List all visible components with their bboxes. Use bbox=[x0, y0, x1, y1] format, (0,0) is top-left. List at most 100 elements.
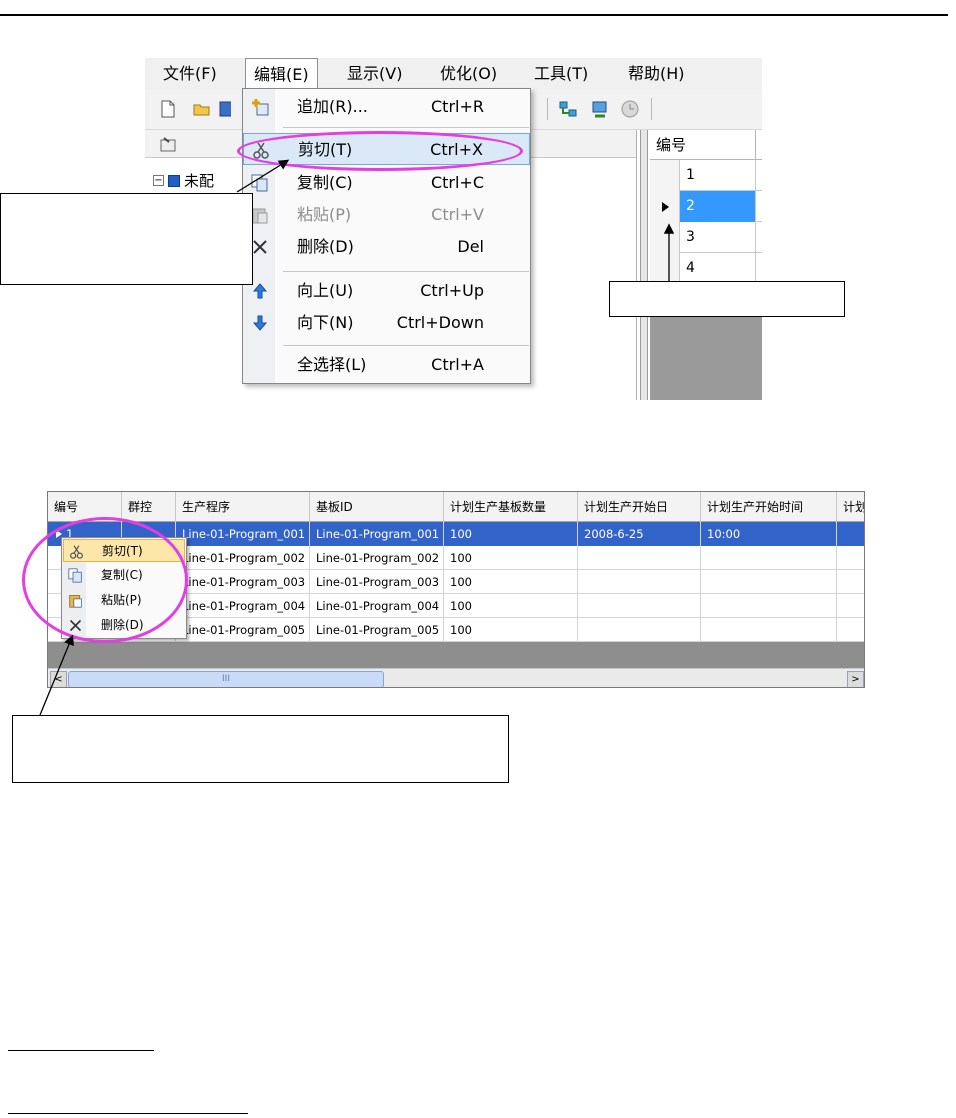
cell-start-date[interactable] bbox=[578, 570, 701, 594]
cell-truncated[interactable] bbox=[837, 570, 864, 594]
cell-board-id[interactable]: Line-01-Program_001 bbox=[310, 522, 444, 546]
column-header-program[interactable]: 生产程序 bbox=[176, 492, 310, 522]
cell-truncated[interactable] bbox=[837, 618, 864, 642]
cell-board-id[interactable]: Line-01-Program_004 bbox=[310, 594, 444, 618]
row-header[interactable] bbox=[650, 253, 680, 284]
properties-icon[interactable] bbox=[159, 136, 177, 152]
cell-program[interactable]: Line-01-Program_004 bbox=[176, 594, 310, 618]
cell-start-time[interactable] bbox=[701, 594, 837, 618]
menu-item-shortcut: Ctrl+V bbox=[431, 205, 484, 224]
cell-quantity[interactable]: 100 bbox=[444, 546, 578, 570]
cell-board-id[interactable]: Line-01-Program_005 bbox=[310, 618, 444, 642]
cell-start-date[interactable] bbox=[578, 546, 701, 570]
cell-quantity[interactable]: 100 bbox=[444, 570, 578, 594]
callout-box-left bbox=[0, 193, 253, 285]
delete-icon bbox=[253, 240, 267, 254]
open-folder-icon[interactable] bbox=[193, 100, 211, 118]
row-header[interactable] bbox=[650, 191, 680, 222]
menu-view[interactable]: 显示(V) bbox=[347, 58, 402, 90]
cell-quantity[interactable]: 100 bbox=[444, 522, 578, 546]
new-file-icon[interactable] bbox=[159, 100, 177, 118]
network-icon[interactable] bbox=[559, 100, 577, 118]
clock-icon[interactable] bbox=[621, 100, 639, 118]
cell-truncated[interactable] bbox=[837, 546, 864, 570]
cell-start-date[interactable] bbox=[578, 618, 701, 642]
menu-item-shortcut: Del bbox=[457, 237, 484, 256]
menu-tools[interactable]: 工具(T) bbox=[534, 58, 588, 90]
save-icon[interactable] bbox=[219, 100, 231, 118]
tree-item[interactable]: − 未配 bbox=[153, 170, 214, 191]
add-icon bbox=[252, 99, 269, 116]
table-cell[interactable]: 2 bbox=[680, 191, 756, 222]
row-header[interactable] bbox=[650, 222, 680, 253]
table-row[interactable]: 4 bbox=[650, 253, 762, 284]
menu-optimize[interactable]: 优化(O) bbox=[440, 58, 497, 90]
table-row-selected[interactable]: 2 bbox=[650, 191, 762, 222]
highlight-ellipse-cut bbox=[237, 131, 523, 171]
cell-board-id[interactable]: Line-01-Program_003 bbox=[310, 570, 444, 594]
cell-program[interactable]: Line-01-Program_003 bbox=[176, 570, 310, 594]
column-header-planned-quantity[interactable]: 计划生产基板数量 bbox=[444, 492, 578, 522]
column-header-number[interactable]: 编号 bbox=[650, 130, 756, 160]
cell-quantity[interactable]: 100 bbox=[444, 618, 578, 642]
grid-header: 编号 群控 生产程序 基板ID 计划生产基板数量 计划生产开始日 计划生产开始时… bbox=[48, 492, 864, 522]
cell-start-time[interactable] bbox=[701, 570, 837, 594]
footnote-rule bbox=[8, 1113, 248, 1114]
column-header-truncated[interactable]: 计划 bbox=[837, 492, 864, 522]
menu-item-shortcut: Ctrl+C bbox=[430, 173, 484, 192]
menu-item-move-up[interactable]: 向上(U) Ctrl+Up bbox=[243, 275, 530, 307]
menu-item-append[interactable]: 追加(R)... Ctrl+R bbox=[243, 91, 530, 123]
cell-quantity[interactable]: 100 bbox=[444, 594, 578, 618]
top-rule bbox=[0, 14, 948, 16]
cell-start-time[interactable]: 10:00 bbox=[701, 522, 837, 546]
menu-item-delete[interactable]: 删除(D) Del bbox=[243, 231, 530, 263]
pane-splitter[interactable] bbox=[640, 130, 648, 400]
table-cell[interactable]: 3 bbox=[680, 222, 756, 253]
scroll-left-button[interactable]: < bbox=[50, 671, 67, 687]
table-row[interactable]: 1 bbox=[650, 160, 762, 191]
horizontal-scrollbar[interactable]: < III > bbox=[48, 668, 864, 687]
menu-separator bbox=[283, 271, 529, 272]
tree-item-label: 未配 bbox=[184, 172, 215, 190]
current-row-marker-icon bbox=[662, 202, 669, 212]
table-cell[interactable]: 4 bbox=[680, 253, 756, 284]
menu-file[interactable]: 文件(F) bbox=[163, 58, 217, 90]
scroll-thumb[interactable]: III bbox=[68, 671, 384, 687]
menu-item-label: 全选择(L) bbox=[297, 355, 367, 374]
column-header-board-id[interactable]: 基板ID bbox=[310, 492, 444, 522]
cell-program[interactable]: Line-01-Program_005 bbox=[176, 618, 310, 642]
cell-truncated[interactable] bbox=[837, 594, 864, 618]
toolbar-separator bbox=[651, 98, 652, 120]
cell-program[interactable]: Line-01-Program_001 bbox=[176, 522, 310, 546]
callout-box-bottom bbox=[12, 715, 509, 783]
column-header-planned-start-date[interactable]: 计划生产开始日 bbox=[578, 492, 701, 522]
select-all-icon bbox=[251, 356, 269, 374]
menu-item-move-down[interactable]: 向下(N) Ctrl+Down bbox=[243, 307, 530, 339]
table-cell[interactable]: 1 bbox=[680, 160, 756, 191]
scroll-right-button[interactable]: > bbox=[847, 671, 864, 687]
transfer-icon[interactable] bbox=[591, 100, 609, 118]
menu-item-label: 向上(U) bbox=[297, 281, 354, 300]
table-row[interactable]: 3 bbox=[650, 222, 762, 253]
menu-help[interactable]: 帮助(H) bbox=[628, 58, 685, 90]
cell-start-date[interactable] bbox=[578, 594, 701, 618]
row-header[interactable] bbox=[650, 160, 680, 191]
column-header-planned-start-time[interactable]: 计划生产开始时间 bbox=[701, 492, 837, 522]
menu-item-paste[interactable]: 粘贴(P) Ctrl+V bbox=[243, 199, 530, 231]
menu-item-select-all[interactable]: 全选择(L) Ctrl+A bbox=[243, 349, 530, 381]
menu-item-shortcut: Ctrl+A bbox=[431, 355, 484, 374]
menu-item-copy[interactable]: 复制(C) Ctrl+C bbox=[243, 167, 530, 199]
cell-truncated[interactable] bbox=[837, 522, 864, 546]
arrow-up-icon bbox=[252, 283, 268, 299]
menu-item-shortcut: Ctrl+Up bbox=[420, 281, 484, 300]
cell-board-id[interactable]: Line-01-Program_002 bbox=[310, 546, 444, 570]
cell-start-time[interactable] bbox=[701, 618, 837, 642]
column-header-group[interactable]: 群控 bbox=[122, 492, 176, 522]
menu-bar: 文件(F) 编辑(E) 显示(V) 优化(O) 工具(T) 帮助(H) bbox=[145, 58, 762, 90]
cell-start-time[interactable] bbox=[701, 546, 837, 570]
tree-expand-icon[interactable]: − bbox=[153, 175, 164, 186]
menu-edit[interactable]: 编辑(E) bbox=[245, 58, 318, 90]
menu-item-shortcut: Ctrl+R bbox=[431, 97, 484, 116]
cell-program[interactable]: Line-01-Program_002 bbox=[176, 546, 310, 570]
cell-start-date[interactable]: 2008-6-25 bbox=[578, 522, 701, 546]
